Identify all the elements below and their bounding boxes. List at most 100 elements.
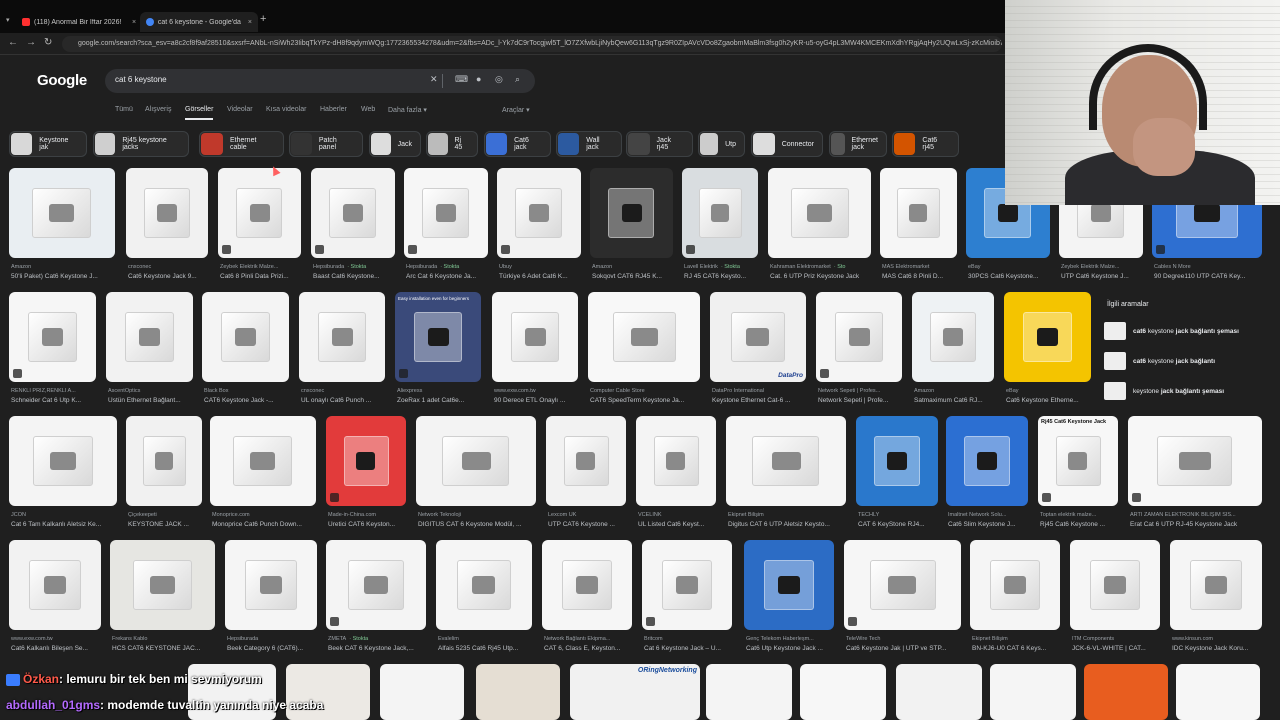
tab-all[interactable]: Tümü (115, 106, 133, 113)
result-title[interactable]: CAT 6, Class E, Keyston... (544, 645, 640, 652)
result-title[interactable]: Üstün Ethernet Bağlant... (108, 397, 201, 404)
image-result[interactable]: JCON Cat 6 Tam Kalkanlı Aletsiz Ke... (9, 416, 117, 532)
result-title[interactable]: Cat6 Keystone Etherne... (1006, 397, 1099, 404)
clear-icon[interactable]: ✕ (430, 74, 438, 85)
search-icon[interactable]: ⌕ (515, 74, 520, 85)
result-source[interactable]: Imaltnet Network Solu... (948, 512, 1030, 518)
result-source[interactable]: Frekans Kablo (112, 636, 217, 642)
result-source[interactable]: Made-in-China.com (328, 512, 408, 518)
keyboard-icon[interactable]: ⌨ (455, 74, 468, 85)
result-source[interactable]: Zeybek Elektrik Malze... (220, 264, 303, 270)
result-thumbnail[interactable]: Rj45 Cat6 Keystone Jack (1038, 416, 1118, 506)
image-result[interactable]: RENKLI PRIZ,RENKLI A... Schneider Cat 6 U… (9, 292, 96, 408)
result-source[interactable]: Computer Cable Store (590, 388, 702, 394)
result-thumbnail[interactable]: DataPro (710, 292, 806, 382)
result-title[interactable]: Cat. 6 UTP Priz Keystone Jack (770, 273, 879, 280)
image-result[interactable]: Hepsiburada · Stokta Arc Cat 6 Keystone Ja… (404, 168, 488, 284)
result-title[interactable]: JCK-6-VL-WHITE | CAT... (1072, 645, 1168, 652)
result-source[interactable]: Zeybek Elektrik Malze... (1061, 264, 1145, 270)
result-thumbnail[interactable] (218, 168, 301, 258)
chip-ethernet-cable[interactable]: Ethernet cable (199, 131, 284, 157)
result-title[interactable]: CAT 6 KeyStone RJ4... (858, 521, 946, 528)
result-thumbnail[interactable] (110, 540, 215, 630)
microphone-icon[interactable]: ● (476, 74, 481, 84)
result-source[interactable]: eBay (1006, 388, 1093, 394)
result-thumbnail[interactable] (210, 416, 316, 506)
image-result[interactable]: Imaltnet Network Solu... Cat6 Slim Keysto… (946, 416, 1028, 532)
image-result[interactable]: cnxconec Cat6 Keystone Jack 9... (126, 168, 208, 284)
result-thumbnail[interactable] (1176, 664, 1260, 720)
result-thumbnail[interactable]: ORingNetworking (570, 664, 700, 720)
result-thumbnail[interactable] (844, 540, 961, 630)
tab-web[interactable]: Web (361, 106, 375, 113)
image-result[interactable] (706, 664, 792, 720)
result-source[interactable]: Britcom (644, 636, 734, 642)
result-title[interactable]: UTP CAT6 Keystone ... (548, 521, 634, 528)
result-title[interactable]: Network Sepeti | Profe... (818, 397, 910, 404)
result-source[interactable]: ARTI ZAMAN ELEKTRONİK BİLİŞİM SİS... (1130, 512, 1264, 518)
result-source[interactable]: Hepsiburada · Stokta (313, 264, 397, 270)
image-result[interactable]: cnxconec UL onaylı Cat6 Punch ... (299, 292, 385, 408)
chip-cat6-rj45[interactable]: Cat6 rj45 (892, 131, 959, 157)
result-thumbnail[interactable] (970, 540, 1060, 630)
image-result[interactable]: Hepsiburada Beek Category 6 (CAT6)... (225, 540, 317, 656)
chip-cat6-jack[interactable]: Cat6 jack (484, 131, 551, 157)
result-title[interactable]: HCS CAT6 KEYSTONE JAC... (112, 645, 223, 652)
result-source[interactable]: Cables N More (1154, 264, 1264, 270)
result-source[interactable]: www.kinsun.com (1172, 636, 1264, 642)
image-result[interactable]: Amazon 50'li Paket) Cat6 Keystone J... (9, 168, 115, 284)
result-thumbnail[interactable] (546, 416, 626, 506)
back-icon[interactable]: ← (8, 37, 18, 48)
result-title[interactable]: Beek CAT 6 Keystone Jack,... (328, 645, 434, 652)
image-result[interactable]: Genç Telekom Haberleşm... Cat6 Utp Keysto… (744, 540, 834, 656)
image-result[interactable]: Black Box CAT6 Keystone Jack -... (202, 292, 289, 408)
result-thumbnail[interactable] (542, 540, 632, 630)
result-thumbnail[interactable] (404, 168, 488, 258)
result-source[interactable]: Network Bağlantı Ekipma... (544, 636, 634, 642)
result-source[interactable]: Network Teknoloji (418, 512, 538, 518)
image-result[interactable] (1084, 664, 1168, 720)
result-source[interactable]: eBay (968, 264, 1052, 270)
result-source[interactable]: ITM Components (1072, 636, 1162, 642)
result-title[interactable]: Cat6 Keystone Jack 9... (128, 273, 216, 280)
image-result[interactable]: eBay Cat6 Keystone Etherne... (1004, 292, 1091, 408)
result-title[interactable]: Alfais 5235 Cat6 Rj45 Utp... (438, 645, 540, 652)
close-tab-icon[interactable]: × (132, 19, 136, 26)
result-title[interactable]: Cat 6 Keystone Jack – U... (644, 645, 740, 652)
image-result[interactable]: AscentOptics Üstün Ethernet Bağlant... (106, 292, 193, 408)
image-result[interactable]: Lavell Elektrik · Stokta RJ 45 CAT6 Keysto… (682, 168, 758, 284)
result-thumbnail[interactable] (1084, 664, 1168, 720)
chip-rj45-keystone-jacks[interactable]: Rj45 keystone jacks (93, 131, 189, 157)
image-result[interactable]: www.exw.com.tw 90 Derece ETL Onaylı ... (492, 292, 578, 408)
result-title[interactable]: Türkiye 6 Adet Cat6 K... (499, 273, 589, 280)
chip-jack[interactable]: Jack (369, 131, 421, 157)
image-result[interactable]: ORingNetworking (570, 664, 700, 720)
image-result[interactable] (896, 664, 982, 720)
result-source[interactable]: Hepsiburada (227, 636, 319, 642)
result-title[interactable]: 30PCS Cat6 Keystone... (968, 273, 1058, 280)
result-source[interactable]: Network Sepeti | Profes... (818, 388, 904, 394)
result-source[interactable]: Monoprice.com (212, 512, 318, 518)
result-thumbnail[interactable] (744, 540, 834, 630)
result-title[interactable]: Monoprice Cat6 Punch Down... (212, 521, 324, 528)
result-title[interactable]: CAT6 Keystone Jack -... (204, 397, 297, 404)
result-thumbnail[interactable] (225, 540, 317, 630)
result-title[interactable]: Sokqovt CAT6 RJ45 K... (592, 273, 681, 280)
result-source[interactable]: AscentOptics (108, 388, 195, 394)
result-source[interactable]: Amazon (914, 388, 996, 394)
result-thumbnail[interactable] (706, 664, 792, 720)
result-source[interactable]: Çiçekeepeti (128, 512, 204, 518)
result-source[interactable]: Amazon (592, 264, 675, 270)
image-result[interactable]: Evalelim Alfais 5235 Cat6 Rj45 Utp... (436, 540, 532, 656)
image-result[interactable]: ZMETA · Stokta Beek CAT 6 Keystone Jack,..… (326, 540, 426, 656)
result-title[interactable]: Cat 6 Tam Kalkanlı Aletsiz Ke... (11, 521, 125, 528)
result-thumbnail[interactable] (990, 664, 1076, 720)
result-thumbnail[interactable] (9, 292, 96, 382)
result-source[interactable]: Aliexpress (397, 388, 483, 394)
result-title[interactable]: Satmaximum Cat6 RJ... (914, 397, 1002, 404)
result-source[interactable]: Evalelim (438, 636, 534, 642)
result-thumbnail[interactable] (590, 168, 673, 258)
result-title[interactable]: Baast Cat6 Keystone... (313, 273, 403, 280)
result-title[interactable]: UL Listed Cat6 Keyst... (638, 521, 724, 528)
image-result[interactable] (1176, 664, 1260, 720)
